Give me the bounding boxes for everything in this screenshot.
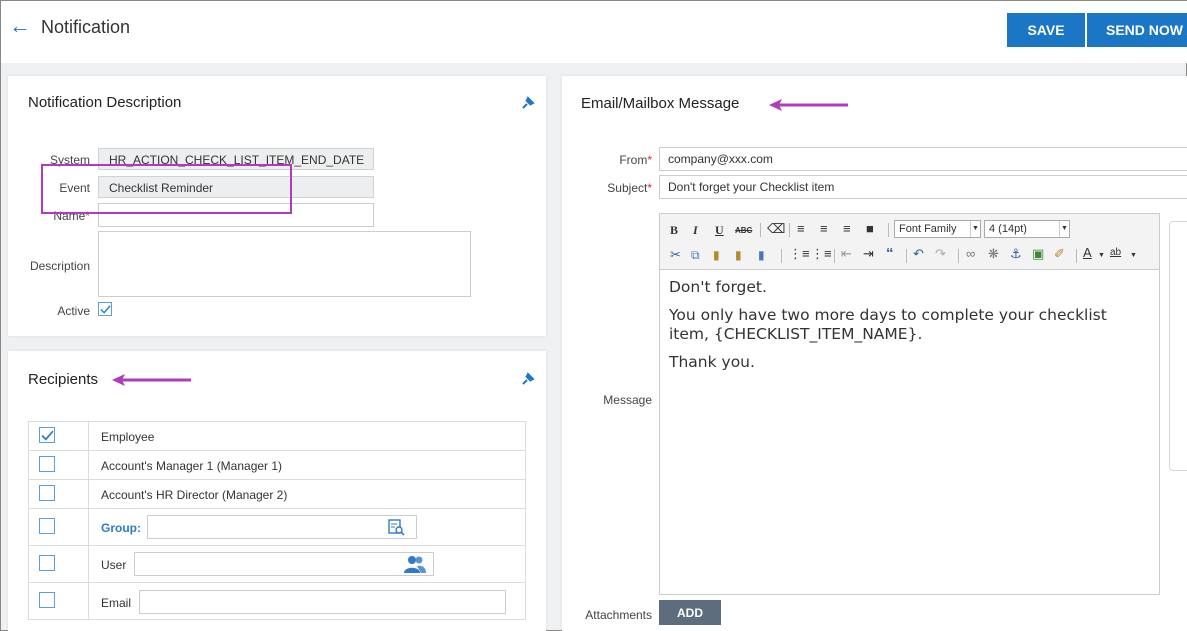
message-label: Message: [603, 393, 652, 407]
subject-label: Subject*: [607, 181, 652, 195]
font-size-select[interactable]: 4 (14pt) ▼: [984, 220, 1070, 238]
description-textarea[interactable]: [98, 231, 471, 297]
employee-checkbox[interactable]: [39, 427, 55, 443]
active-checkbox[interactable]: [98, 302, 112, 316]
message-line: Thank you.: [669, 353, 755, 371]
underline-icon[interactable]: U: [715, 223, 724, 237]
redo-icon[interactable]: ↷: [935, 247, 946, 261]
italic-icon[interactable]: I: [693, 223, 698, 237]
recipient-row-user: User: [28, 546, 526, 583]
paste-icon[interactable]: ▮: [713, 248, 720, 262]
send-now-button[interactable]: SEND NOW A: [1087, 13, 1187, 47]
email-label: Email: [101, 596, 132, 610]
page-title: Notification: [41, 17, 131, 37]
event-highlight-box: [41, 164, 292, 214]
recipient-row-group: Group:: [28, 509, 526, 546]
eraser-icon[interactable]: ⌫: [767, 222, 785, 236]
email-checkbox[interactable]: [39, 592, 55, 608]
collapse-pin-icon[interactable]: [520, 371, 536, 387]
align-right-icon[interactable]: ≡: [843, 222, 851, 236]
chevron-down-icon: ▼: [1059, 221, 1069, 237]
align-center-icon[interactable]: ≡: [820, 222, 828, 236]
group-label[interactable]: Group:: [101, 521, 141, 535]
recipient-row-manager1: Account's Manager 1 (Manager 1): [28, 451, 526, 480]
bullet-list-icon[interactable]: ⋮≡: [789, 247, 810, 261]
strikethrough-icon[interactable]: ABC: [735, 224, 752, 238]
group-checkbox[interactable]: [39, 518, 55, 534]
notification-description-title: Notification Description: [28, 94, 182, 111]
recipient-row-email: Email: [28, 583, 526, 620]
recipients-title: Recipients: [28, 371, 99, 388]
align-justify-icon[interactable]: ■: [866, 222, 874, 236]
indent-icon[interactable]: ⇥: [863, 247, 874, 261]
image-icon[interactable]: ▣: [1032, 247, 1044, 261]
unlink-icon[interactable]: ❋: [988, 247, 999, 261]
message-line: Don't forget.: [669, 278, 767, 296]
blockquote-icon[interactable]: “: [886, 246, 894, 261]
save-button[interactable]: SAVE: [1007, 13, 1085, 47]
recipient-label: Employee: [101, 430, 155, 444]
editor-toolbar: B I U ABC ⌫ ≡ ≡ ≡ ■ Font Family ▼ 4 (14pt…: [660, 214, 1159, 270]
bold-icon[interactable]: B: [670, 223, 678, 237]
back-arrow-icon[interactable]: ←: [9, 15, 31, 37]
recipient-label: Account's HR Director (Manager 2): [101, 488, 288, 502]
link-icon[interactable]: ∞: [966, 247, 975, 261]
chevron-down-icon[interactable]: ▼: [1098, 249, 1105, 263]
font-family-select[interactable]: Font Family ▼: [894, 220, 981, 238]
cleanup-icon[interactable]: ✐: [1054, 247, 1065, 261]
top-bar: ← Notification SAVE SEND NOW A: [1, 1, 1187, 63]
undo-icon[interactable]: ↶: [913, 247, 924, 261]
group-input[interactable]: [147, 515, 417, 539]
collapse-pin-icon[interactable]: [520, 95, 536, 111]
highlight-color-icon[interactable]: ab: [1110, 246, 1121, 260]
from-input[interactable]: company@xxx.com: [659, 147, 1187, 171]
email-input[interactable]: [139, 590, 506, 614]
add-attachment-button[interactable]: ADD: [659, 600, 721, 625]
manager2-checkbox[interactable]: [39, 485, 55, 501]
recipient-label: Account's Manager 1 (Manager 1): [101, 459, 283, 473]
paste-word-icon[interactable]: ▮: [758, 248, 765, 262]
chevron-down-icon[interactable]: ▼: [1130, 249, 1137, 263]
recipient-row-manager2: Account's HR Director (Manager 2): [28, 480, 526, 509]
recipients-annotation-arrow: [112, 374, 191, 386]
message-body[interactable]: Don't forget. You only have two more day…: [669, 278, 1149, 381]
paste-text-icon[interactable]: ▮: [735, 248, 742, 262]
manager1-checkbox[interactable]: [39, 456, 55, 472]
user-label: User: [101, 558, 127, 572]
recipients-table: Employee Account's Manager 1 (Manager 1)…: [28, 421, 526, 620]
email-message-title: Email/Mailbox Message: [581, 95, 740, 112]
active-label: Active: [57, 304, 90, 318]
attachments-label: Attachments: [585, 608, 652, 622]
font-color-icon[interactable]: A: [1083, 246, 1092, 260]
anchor-icon[interactable]: ⚓: [1010, 247, 1022, 261]
user-checkbox[interactable]: [39, 555, 55, 571]
group-search-icon[interactable]: [387, 518, 405, 541]
description-label: Description: [29, 259, 90, 273]
message-line: You only have two more days to complete …: [669, 306, 1107, 343]
recipient-row-employee: Employee: [28, 422, 526, 451]
align-left-icon[interactable]: ≡: [797, 222, 805, 236]
users-icon[interactable]: [403, 554, 427, 579]
side-panel-edge: [1169, 221, 1187, 471]
user-input[interactable]: [134, 552, 434, 576]
outdent-icon[interactable]: ⇤: [841, 247, 852, 261]
rich-text-editor[interactable]: B I U ABC ⌫ ≡ ≡ ≡ ■ Font Family ▼ 4 (14pt…: [659, 213, 1160, 595]
cut-icon[interactable]: ✂: [670, 248, 681, 262]
copy-icon[interactable]: ⧉: [691, 248, 700, 262]
from-label: From*: [619, 153, 652, 167]
chevron-down-icon: ▼: [970, 221, 980, 237]
numbered-list-icon[interactable]: ⋮≡: [811, 247, 832, 261]
email-annotation-arrow: [769, 99, 848, 111]
subject-input[interactable]: Don't forget your Checklist item: [659, 175, 1187, 199]
